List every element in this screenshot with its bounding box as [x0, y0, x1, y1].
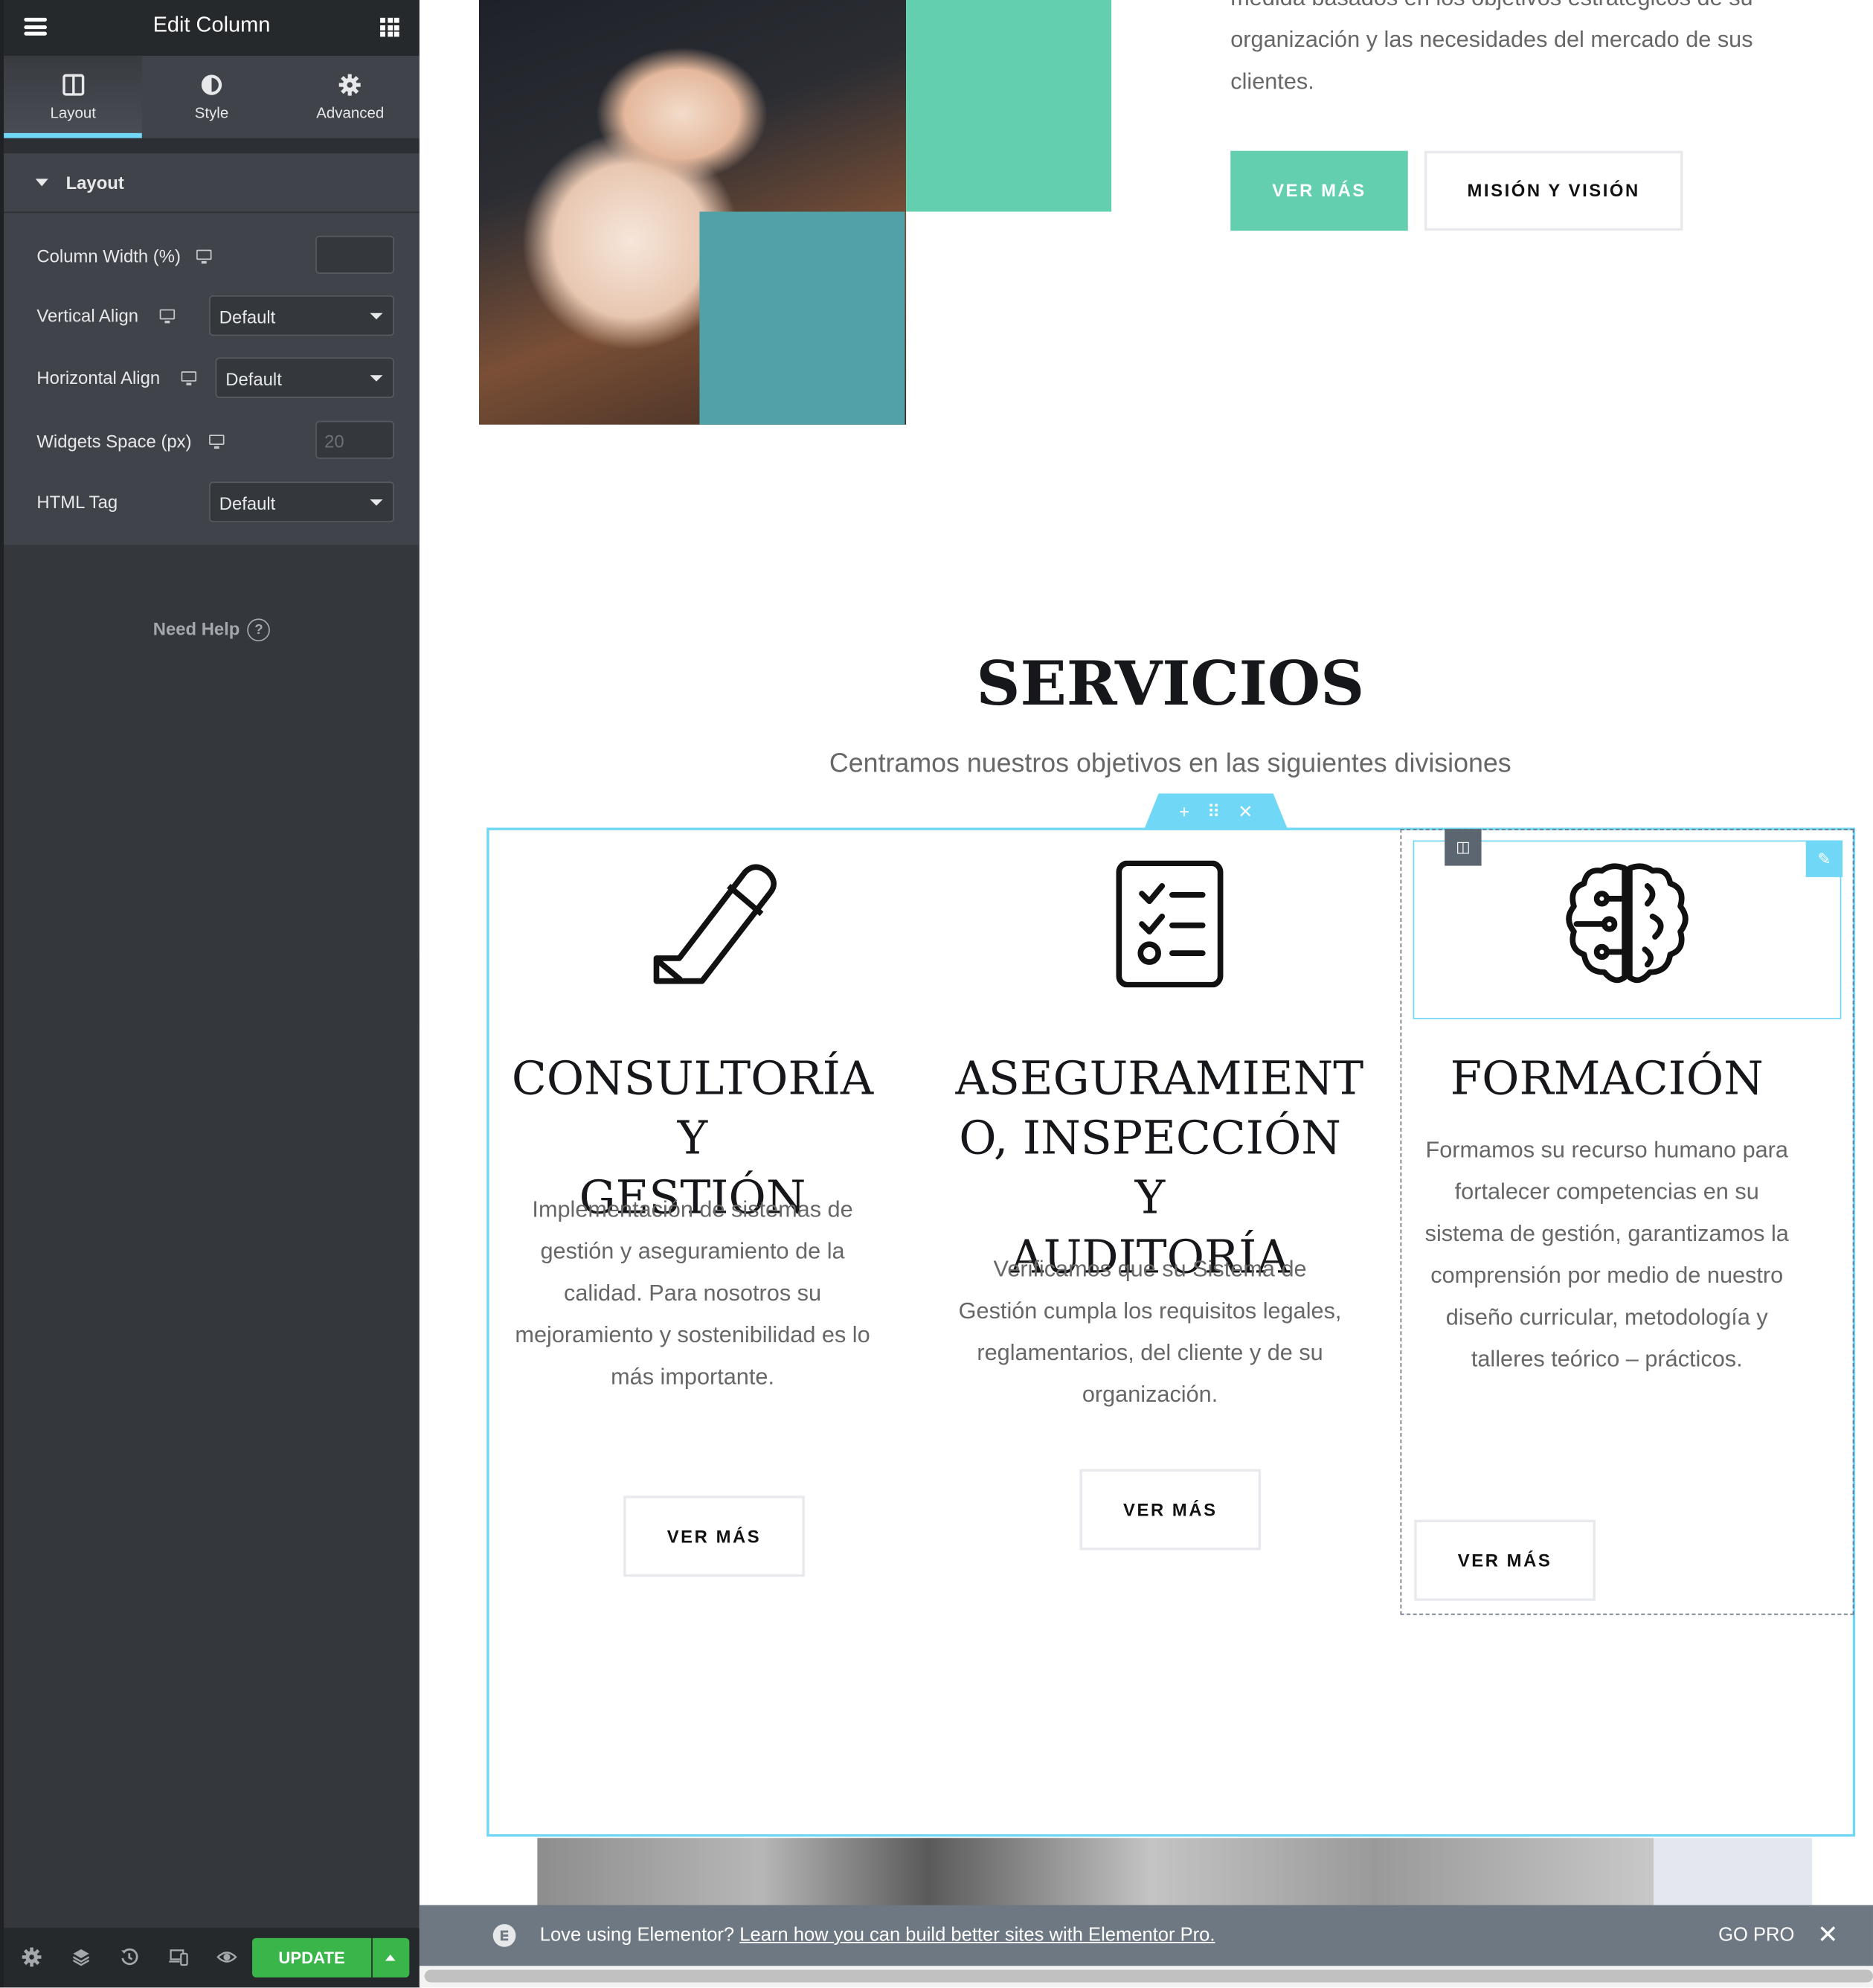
drag-section-icon[interactable]: ⠿ — [1207, 801, 1220, 822]
next-section-background — [1654, 1838, 1813, 1914]
mision-vision-button[interactable]: MISIÓN Y VISIÓN — [1424, 150, 1683, 231]
scrollbar-thumb[interactable] — [424, 1969, 1873, 1983]
column-handle-icon[interactable]: ◫ — [1445, 829, 1482, 866]
desktop-monitor-icon[interactable] — [209, 435, 225, 449]
update-options-caret-icon[interactable] — [372, 1937, 410, 1978]
next-section-photo — [537, 1838, 1654, 1914]
widgets-space-input[interactable]: 20 — [315, 420, 394, 459]
brain-circuit-icon — [1566, 863, 1689, 984]
control-label: HTML Tag — [36, 492, 118, 513]
half-circle-icon — [201, 74, 222, 95]
gear-icon — [339, 74, 362, 96]
section-title: Layout — [65, 172, 124, 193]
elementor-logo-icon — [492, 1924, 516, 1947]
apps-grid-icon[interactable] — [380, 17, 399, 37]
horizontal-scrollbar[interactable] — [419, 1966, 1873, 1988]
tab-label: Layout — [50, 103, 96, 122]
decorative-dark-teal-block — [699, 211, 905, 425]
pencil-icon — [653, 864, 777, 984]
horizontal-align-select[interactable]: Default — [215, 357, 394, 398]
need-help-link[interactable]: Need Help? — [4, 618, 420, 642]
desktop-monitor-icon[interactable] — [196, 249, 212, 264]
settings-icon[interactable] — [22, 1947, 42, 1967]
tab-style[interactable]: Style — [142, 56, 280, 138]
desktop-monitor-icon[interactable] — [181, 371, 197, 385]
panel-footer: UPDATE — [4, 1928, 420, 1988]
dropdown-arrow-icon — [370, 375, 383, 382]
edit-widget-pencil-icon[interactable]: ✎ — [1805, 840, 1843, 877]
question-circle-icon: ? — [247, 618, 271, 642]
section-gap — [4, 138, 420, 154]
update-button[interactable]: UPDATE — [252, 1937, 372, 1978]
page-canvas: medida basados en los objetivos estratég… — [419, 0, 1873, 1988]
add-section-icon[interactable]: + — [1179, 801, 1189, 821]
about-text: organización y las necesidades del merca… — [1230, 26, 1753, 94]
column-width-control: Column Width (%) — [36, 235, 394, 277]
dropdown-arrow-icon — [370, 312, 383, 320]
service-description: Verificamos que su Sistema de Gestión cu… — [958, 1256, 1342, 1408]
columns-icon — [62, 74, 84, 96]
section-handle: + ⠿ ✕ — [1144, 793, 1288, 830]
service-ver-mas-button[interactable]: VER MÁS — [1414, 1519, 1596, 1601]
vertical-align-control: Vertical Align Default — [36, 295, 394, 336]
column-width-input[interactable] — [315, 235, 394, 274]
checklist-icon — [1116, 860, 1224, 988]
horizontal-align-control: Horizontal Align Default — [36, 357, 394, 398]
caret-down-icon — [35, 179, 48, 187]
services-subtitle: Centramos nuestros objetivos en las sigu… — [829, 748, 1511, 779]
widgets-space-control: Widgets Space (px) 20 — [36, 420, 394, 462]
service-ver-mas-button[interactable]: VER MÁS — [623, 1495, 805, 1577]
about-text-cutoff: medida basados en los objetivos estratég… — [1230, 0, 1826, 19]
tab-layout[interactable]: Layout — [4, 55, 143, 138]
about-paragraph: medida basados en los objetivos estratég… — [1230, 0, 1826, 103]
service-heading: FORMACIÓN — [1450, 1053, 1764, 1106]
desktop-monitor-icon[interactable] — [159, 309, 176, 324]
html-tag-control: HTML Tag Default — [36, 481, 394, 522]
go-pro-link[interactable]: GO PRO — [1718, 1924, 1794, 1946]
promo-lead: Love using Elementor? — [539, 1924, 735, 1946]
html-tag-select[interactable]: Default — [209, 481, 394, 522]
control-label: Vertical Align — [36, 305, 138, 326]
vertical-align-select[interactable]: Default — [209, 295, 394, 336]
elementor-pro-promo-bar: Love using Elementor? Learn how you can … — [419, 1905, 1873, 1966]
tab-label: Style — [194, 103, 229, 122]
history-icon[interactable] — [119, 1947, 139, 1967]
editor-panel: Edit Column Layout Style Advanced Layout — [0, 0, 420, 1988]
responsive-mode-icon[interactable] — [169, 1947, 189, 1967]
service-description: Formamos su recurso humano para fortalec… — [1424, 1137, 1789, 1372]
close-promo-icon[interactable]: ✕ — [1817, 1919, 1839, 1951]
ver-mas-button[interactable]: VER MÁS — [1230, 150, 1408, 231]
dropdown-arrow-icon — [370, 499, 383, 506]
decorative-teal-block — [906, 0, 1112, 212]
tab-advanced[interactable]: Advanced — [281, 56, 420, 138]
control-label: Horizontal Align — [36, 368, 161, 388]
service-ver-mas-button[interactable]: VER MÁS — [1079, 1469, 1262, 1551]
panel-header: Edit Column — [4, 0, 420, 56]
tab-label: Advanced — [316, 103, 385, 122]
layout-section-toggle[interactable]: Layout — [4, 153, 420, 214]
control-label: Widgets Space (px) — [36, 431, 192, 452]
navigator-layers-icon[interactable] — [71, 1947, 91, 1967]
service-description: Implementación de sistemas de gestión y … — [515, 1196, 870, 1390]
panel-title: Edit Column — [152, 13, 271, 37]
control-label: Column Width (%) — [36, 246, 181, 266]
promo-link[interactable]: Learn how you can build better sites wit… — [739, 1924, 1215, 1946]
help-label: Need Help — [152, 618, 240, 639]
select-value: Default — [225, 368, 282, 390]
select-value: Default — [219, 493, 276, 513]
promo-message: Love using Elementor? Learn how you can … — [540, 1924, 1215, 1946]
preview-eye-icon[interactable] — [216, 1947, 237, 1967]
delete-section-icon[interactable]: ✕ — [1238, 801, 1253, 822]
layout-controls: Column Width (%) Vertical Align Default … — [4, 213, 420, 545]
panel-tabs: Layout Style Advanced — [4, 55, 420, 138]
select-value: Default — [219, 307, 276, 327]
services-title: SERVICIOS — [976, 649, 1365, 720]
